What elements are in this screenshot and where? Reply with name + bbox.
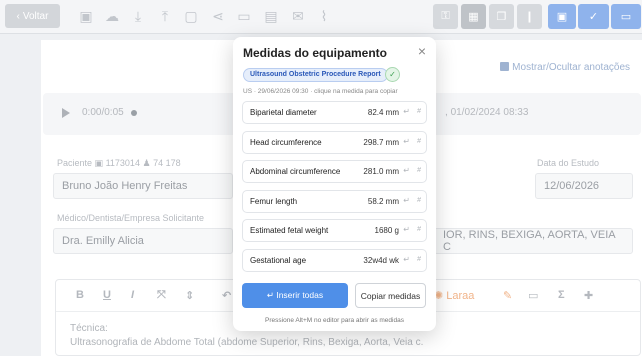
photo-icon: ▦ (468, 11, 479, 23)
measurement-row[interactable]: Gestational age 32w4d wk ↵ # (242, 248, 427, 272)
audio-recorded-date: , 01/02/2024 08:33 (445, 107, 529, 118)
audio-seek-handle[interactable] (131, 110, 137, 116)
measurement-name: Femur length (250, 196, 298, 206)
key-button[interactable]: ⚿ (433, 4, 458, 29)
insert-icon[interactable]: ↵ (403, 196, 410, 205)
hash-icon[interactable]: # (417, 108, 421, 115)
measurement-value: 281.0 mm (363, 167, 399, 177)
insert-icon[interactable]: ↵ (403, 107, 410, 116)
measurement-name: Head circumference (250, 137, 322, 147)
editor-line-2: Ultrasonografia de Abdome Total (abdome … (70, 337, 424, 348)
italic-button[interactable]: I (131, 289, 134, 301)
measurement-row[interactable]: Head circumference 298.7 mm ↵ # (242, 130, 427, 154)
measurement-row[interactable]: Femur length 58.2 mm ↵ # (242, 189, 427, 213)
patient-label-row: Paciente ▣ 1173014 ♟ 74 178 (57, 158, 181, 168)
chevron-left-icon: ‹ (16, 10, 20, 22)
hash-icon[interactable]: # (417, 167, 421, 174)
id-card-icon: ▣ (94, 158, 104, 168)
editor-line-1: Técnica: (70, 323, 108, 334)
gallery-icon[interactable]: ▤ (263, 8, 279, 24)
add-block-icon[interactable]: ✚ (584, 289, 593, 302)
measurement-meta: US · 29/06/2026 09:30 · clique na medida… (243, 88, 398, 95)
key-icon: ⚿ (441, 10, 450, 22)
measurement-name: Gestational age (250, 255, 307, 265)
insert-all-button[interactable]: ↵ Inserir todas (242, 283, 348, 308)
subscript-button[interactable]: ⤧ (157, 289, 166, 302)
patient-name-field[interactable]: Bruno João Henry Freitas (53, 173, 233, 199)
hash-icon[interactable]: # (417, 197, 421, 204)
doctor-label: Médico/Dentista/Empresa Solicitante (57, 213, 205, 223)
save-button[interactable]: ▣ (548, 4, 576, 29)
measurement-value: 32w4d wk (363, 255, 399, 265)
bold-button[interactable]: B (76, 289, 84, 301)
superscript-button[interactable]: ⇕ (185, 289, 194, 302)
paperclip-icon[interactable]: ⌇ (316, 8, 332, 24)
measurements-modal: Medidas do equipamento × Ultrasound Obst… (233, 37, 436, 331)
share-icon[interactable]: ⋖ (210, 8, 226, 24)
hash-icon[interactable]: # (417, 256, 421, 263)
image-frame-icon[interactable]: ▢ (183, 8, 199, 24)
copy-button[interactable]: ❐ (489, 4, 514, 29)
print-icon: ▭ (620, 11, 632, 23)
annotations-toggle-label: Mostrar/Ocultar anotações (512, 62, 630, 73)
print-button[interactable]: ▭ (611, 4, 641, 29)
image-preview-button[interactable]: ▦ (461, 4, 486, 29)
insert-icon[interactable]: ↵ (403, 225, 410, 234)
play-icon[interactable] (62, 108, 70, 118)
insert-icon[interactable]: ↵ (403, 137, 410, 146)
verified-check-icon: ✓ (385, 67, 400, 82)
measurement-row[interactable]: Estimated fetal weight 1680 g ↵ # (242, 219, 427, 243)
checkbox-icon (500, 62, 510, 71)
upload-icon[interactable]: ⤒ (157, 8, 173, 24)
exam-date-field[interactable]: 12/06/2026 (535, 173, 633, 199)
table-icon[interactable]: ▭ (528, 289, 538, 302)
back-button[interactable]: ‹ Voltar (5, 4, 60, 28)
report-badge: Ultrasound Obstetric Procedure Report (243, 68, 388, 82)
sigma-icon[interactable]: Σ (558, 289, 565, 301)
microphone-button[interactable]: ❙ (517, 4, 542, 29)
check-icon: ✓ (588, 11, 599, 23)
back-button-label: Voltar (22, 10, 49, 22)
copy-measurements-button[interactable]: Copiar medidas (355, 283, 426, 308)
microphone-icon: ❙ (524, 11, 535, 23)
measurement-value: 58.2 mm (367, 196, 399, 206)
exam-type-field[interactable]: IOR, RINS, BEXIGA, AORTA, VEIA C (434, 228, 633, 254)
cloud-upload-icon[interactable]: ☁ (104, 8, 120, 24)
person-icon: ♟ (142, 158, 151, 168)
save-icon: ▣ (556, 11, 568, 23)
doctor-field[interactable]: Dra. Emilly Alicia (53, 228, 233, 254)
insert-icon[interactable]: ↵ (403, 255, 410, 264)
measurement-value: 82.4 mm (367, 108, 399, 117)
main-toolbar: ‹ Voltar ▣ ☁ ⤓ ⤒ ▢ ⋖ ▭ ▤ ✉ ⌇ ⚿ ▦ ❐ ❙ ▣ ✓… (0, 0, 642, 34)
exam-date-label: Data do Estudo (537, 158, 600, 168)
annotations-toggle[interactable]: Mostrar/Ocultar anotações (500, 62, 630, 73)
measurement-value: 298.7 mm (363, 137, 399, 147)
modal-title: Medidas do equipamento (243, 46, 388, 60)
measurement-name: Abdominal circumference (250, 167, 341, 177)
download-icon[interactable]: ⤓ (130, 8, 146, 24)
folder-icon[interactable]: ▭ (236, 8, 252, 24)
copy-icon: ❐ (496, 11, 507, 23)
insert-icon[interactable]: ↵ (403, 166, 410, 175)
close-icon[interactable]: × (418, 44, 426, 58)
image-icon[interactable]: ▣ (78, 8, 94, 24)
hash-icon[interactable]: # (417, 226, 421, 233)
laraa-button[interactable]: ✺ Laraa (434, 289, 474, 302)
undo-button[interactable]: ↶ (222, 289, 231, 302)
shortcut-hint: Pressione Alt+M no editor para abrir as … (265, 317, 404, 324)
measurement-name: Estimated fetal weight (250, 226, 329, 236)
measurement-name: Biparietal diameter (250, 108, 317, 117)
measurement-row[interactable]: Biparietal diameter 82.4 mm ↵ # (242, 101, 427, 124)
hash-icon[interactable]: # (417, 138, 421, 145)
measurement-row[interactable]: Abdominal circumference 281.0 mm ↵ # (242, 160, 427, 184)
measurement-list: Biparietal diameter 82.4 mm ↵ # Head cir… (242, 101, 427, 279)
measurement-value: 1680 g (374, 226, 399, 236)
highlighter-icon[interactable]: ✎ (503, 289, 512, 302)
confirm-button[interactable]: ✓ (578, 4, 609, 29)
underline-button[interactable]: U (103, 289, 111, 301)
audio-time: 0:00/0:05 (82, 107, 124, 118)
mail-icon[interactable]: ✉ (290, 8, 306, 24)
